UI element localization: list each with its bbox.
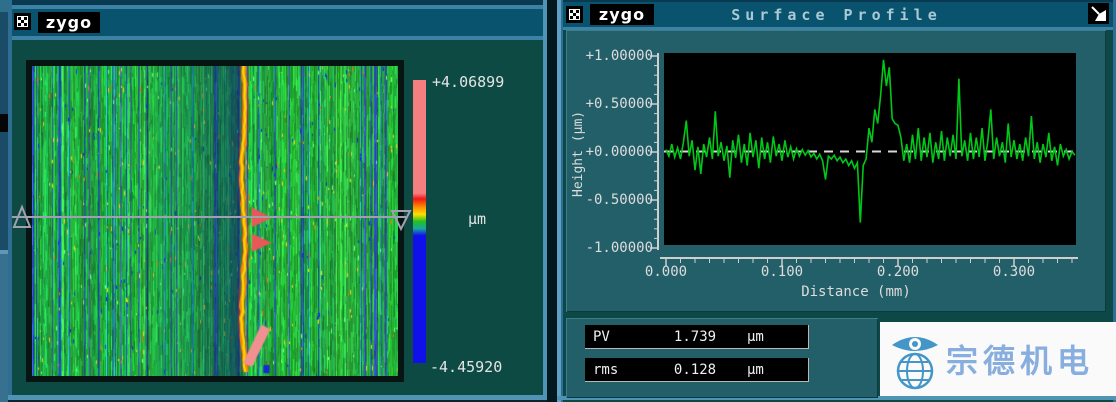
x-tick-label: 0.200 bbox=[868, 264, 928, 278]
results-panel: PV 1.739 µm rms 0.128 µm bbox=[566, 318, 878, 398]
watermark-text: 宗德机电 bbox=[946, 336, 1094, 382]
eye-globe-icon bbox=[884, 327, 946, 391]
rms-label: rms bbox=[593, 362, 618, 378]
pv-result-row: PV 1.739 µm bbox=[585, 325, 809, 349]
y-tick-label: -0.50000 bbox=[573, 192, 653, 206]
colorbar-max-label: +4.06899 bbox=[432, 73, 504, 91]
window-left-border-inner bbox=[561, 0, 563, 402]
titlebar-bottom-highlight bbox=[8, 36, 547, 40]
window-right-border bbox=[543, 0, 547, 402]
resize-arrow-icon bbox=[1090, 5, 1107, 22]
window-menu-button[interactable] bbox=[14, 13, 31, 30]
pv-label: PV bbox=[593, 329, 610, 345]
background-window-notch bbox=[0, 114, 8, 132]
background-window-edge-top bbox=[0, 0, 8, 12]
background-window-edge-bottom bbox=[0, 254, 8, 402]
x-axis-label: Distance (mm) bbox=[736, 284, 976, 300]
zygo-logo: zygo bbox=[38, 12, 100, 33]
profile-trace bbox=[664, 53, 1076, 245]
pv-unit: µm bbox=[747, 329, 764, 345]
rms-value: 0.128 bbox=[655, 362, 735, 378]
colorbar-min-label: -4.45920 bbox=[430, 358, 502, 376]
x-tick-label: 0.300 bbox=[984, 264, 1044, 278]
checker-grid-icon bbox=[18, 17, 27, 26]
screen: zygo +4.06899 µm -4.45920 zygo Surface P… bbox=[0, 0, 1116, 402]
surface-map-frame bbox=[26, 60, 404, 382]
rms-unit: µm bbox=[747, 362, 764, 378]
rms-result-row: rms 0.128 µm bbox=[585, 358, 809, 382]
y-tick-label: +1.00000 bbox=[573, 48, 653, 62]
window-title: Surface Profile bbox=[557, 6, 1116, 24]
colorbar-unit-label: µm bbox=[468, 210, 486, 228]
surface-map-window: zygo +4.06899 µm -4.45920 bbox=[8, 0, 547, 402]
background-window-edge bbox=[0, 0, 8, 402]
x-tick-label: 0.100 bbox=[752, 264, 812, 278]
window-left-border bbox=[8, 0, 12, 402]
y-tick-label: -1.00000 bbox=[573, 240, 653, 254]
x-tick-label: 0.000 bbox=[636, 264, 696, 278]
profile-plot-area bbox=[664, 53, 1076, 245]
resize-tool-button[interactable] bbox=[1088, 3, 1109, 24]
y-tick-label: +0.50000 bbox=[573, 96, 653, 110]
height-colorbar bbox=[413, 80, 426, 363]
profile-plot-panel: Height (µm) +1.00000+0.50000+0.00000-0.5… bbox=[566, 30, 1106, 312]
y-tick-label: +0.00000 bbox=[573, 144, 653, 158]
pv-value: 1.739 bbox=[655, 329, 735, 345]
surface-map-image bbox=[32, 66, 398, 376]
watermark: 宗德机电 bbox=[880, 322, 1116, 396]
